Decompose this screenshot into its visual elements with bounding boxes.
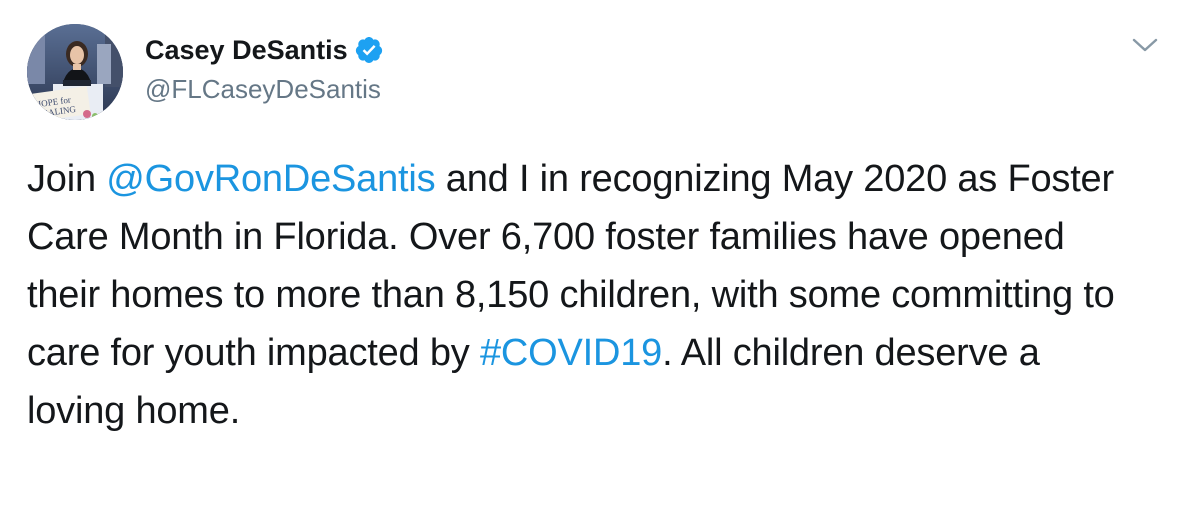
tweet-text-segment: Join	[27, 158, 107, 200]
hashtag-link[interactable]: #COVID19	[480, 332, 662, 374]
author-handle[interactable]: @FLCaseyDeSantis	[145, 73, 381, 105]
avatar-photo: HOPE for HEALING	[27, 24, 123, 120]
tweet-text: Join @GovRonDeSantis and I in recognizin…	[27, 150, 1137, 440]
author-name-row[interactable]: Casey DeSantis	[145, 33, 384, 67]
verified-badge-icon	[355, 37, 382, 63]
tweet-card: HOPE for HEALING Casey DeSantis @FLCasey…	[0, 0, 1186, 522]
author-avatar[interactable]: HOPE for HEALING	[27, 24, 123, 120]
mention-link[interactable]: @GovRonDeSantis	[106, 158, 435, 200]
chevron-down-icon[interactable]	[1130, 34, 1160, 56]
author-name[interactable]: Casey DeSantis	[145, 33, 348, 67]
